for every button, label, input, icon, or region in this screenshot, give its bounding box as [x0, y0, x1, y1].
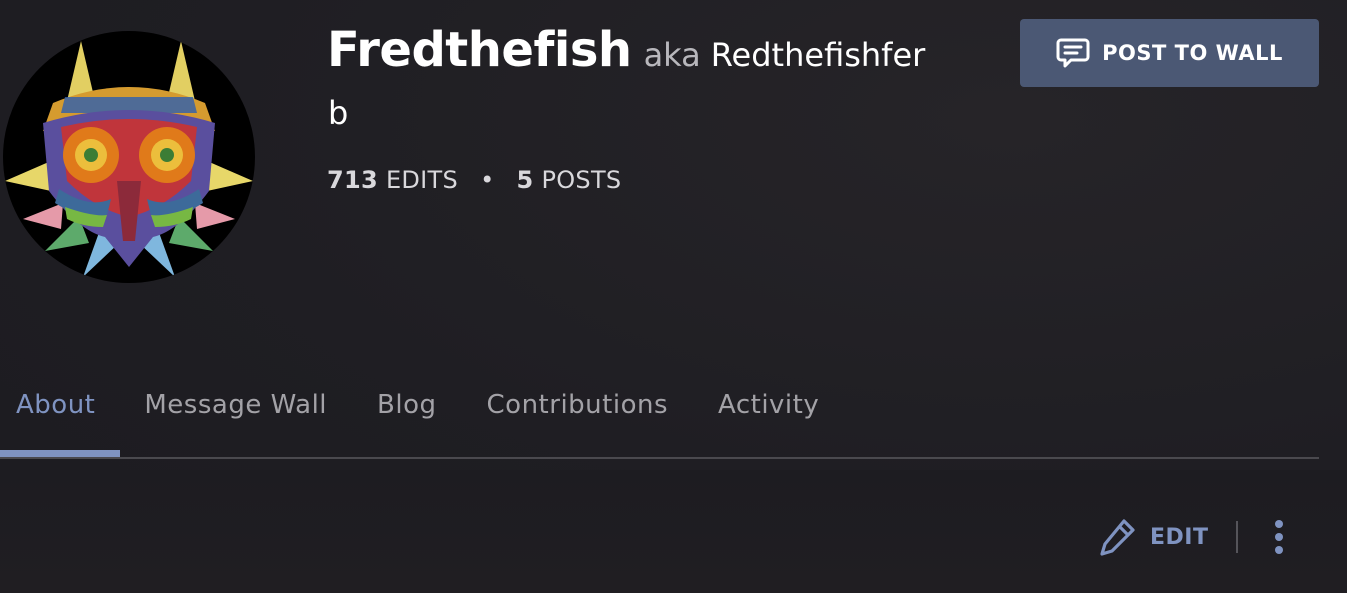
post-to-wall-label: POST TO WALL — [1102, 41, 1283, 65]
tab-message-wall[interactable]: Message Wall — [144, 380, 327, 458]
profile-edit-toolbar: EDIT — [1100, 516, 1294, 558]
tab-about-label: About — [16, 390, 96, 420]
tabs-divider — [0, 457, 1319, 459]
edit-button[interactable]: EDIT — [1100, 518, 1208, 556]
avatar[interactable] — [3, 31, 255, 283]
posts-count: 5 — [516, 166, 534, 194]
more-options-button[interactable] — [1264, 516, 1294, 558]
tab-contributions[interactable]: Contributions — [487, 380, 668, 458]
tab-contributions-label: Contributions — [486, 390, 668, 420]
vertical-ellipsis-icon — [1275, 520, 1284, 554]
pencil-icon — [1100, 519, 1135, 556]
edits-label: EDITS — [385, 166, 459, 194]
aka-label: aka — [643, 36, 701, 74]
tab-message-wall-label: Message Wall — [144, 390, 328, 420]
tab-blog[interactable]: Blog — [377, 380, 436, 458]
profile-tabs: About Message Wall Blog Contributions Ac… — [0, 380, 1319, 458]
aka-name: Redthefishfer — [710, 36, 926, 74]
posts-stat[interactable]: 5 POSTS — [517, 166, 622, 194]
speech-bubble-icon — [1056, 38, 1090, 68]
tab-blog-label: Blog — [377, 390, 437, 420]
post-to-wall-button[interactable]: POST TO WALL — [1020, 19, 1319, 87]
tab-about[interactable]: About — [0, 380, 121, 458]
aka-name-continued: b — [328, 94, 349, 132]
majoras-mask-avatar — [5, 41, 253, 277]
profile-name-row: Fredthefish aka Redthefishfer — [327, 22, 1007, 78]
posts-label: POSTS — [541, 166, 622, 194]
profile-stats: 713 EDITS • 5 POSTS — [327, 166, 621, 194]
profile-page: Fredthefish aka Redthefishfer b 713 EDITS •… — [0, 0, 1347, 593]
tab-activity[interactable]: Activity — [718, 380, 819, 458]
edit-label: EDIT — [1150, 524, 1209, 550]
edits-count: 713 — [327, 166, 378, 194]
stats-separator: • — [480, 166, 495, 194]
toolbar-separator — [1236, 521, 1239, 553]
edits-stat[interactable]: 713 EDITS — [327, 166, 458, 194]
username: Fredthefish — [327, 22, 632, 78]
tab-activity-label: Activity — [718, 390, 820, 420]
